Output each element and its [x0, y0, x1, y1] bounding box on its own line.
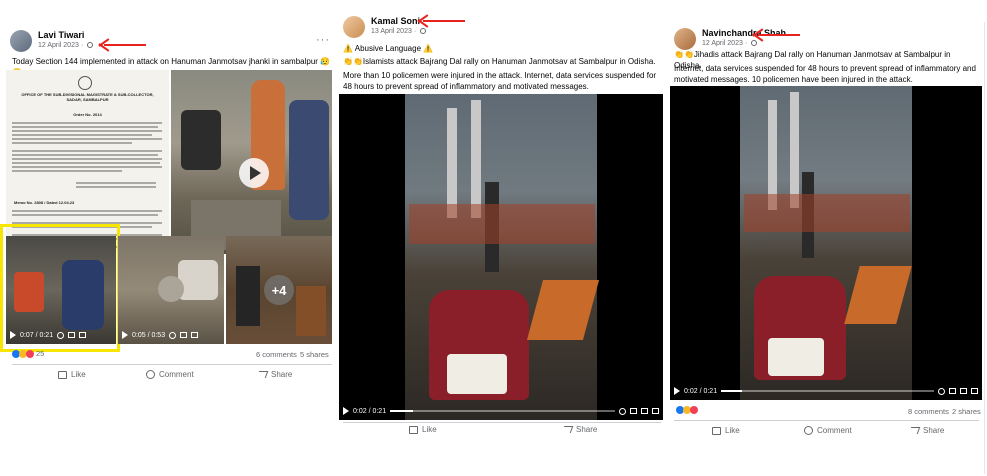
- more-count: +4: [264, 275, 294, 305]
- fullscreen-icon[interactable]: [949, 388, 956, 394]
- warning-line: ⚠️ Abusive Language ⚠️: [343, 44, 434, 53]
- reaction-summary[interactable]: [676, 406, 698, 414]
- settings-icon[interactable]: [938, 387, 945, 395]
- doc-memo: Memo No. 2808 / Dated 12.04.23: [14, 200, 75, 205]
- video-progress-bar[interactable]: [721, 390, 934, 392]
- play-icon[interactable]: [239, 158, 269, 188]
- comment-count[interactable]: 8 comments: [908, 407, 949, 416]
- doc-order-no: Order No. 2014: [73, 112, 102, 117]
- annotation-arrow: [752, 27, 800, 43]
- comment-count[interactable]: 6 comments: [256, 350, 297, 359]
- video-player[interactable]: 0:02 / 0:21: [670, 86, 982, 400]
- author-name[interactable]: Kamal Soni: [371, 16, 420, 26]
- more-media-overlay: +4: [226, 236, 332, 344]
- more-options-icon[interactable]: ···: [316, 34, 330, 46]
- video-player[interactable]: 0:02 / 0:21: [339, 94, 663, 420]
- globe-icon: [87, 42, 94, 49]
- share-icon: [256, 371, 269, 378]
- like-icon: [58, 370, 67, 379]
- settings-icon[interactable]: [619, 407, 626, 415]
- love-reaction-icon: [690, 406, 698, 414]
- volume-icon[interactable]: [652, 408, 659, 414]
- share-count[interactable]: 5 shares: [300, 350, 329, 359]
- fullscreen-icon[interactable]: [630, 408, 637, 414]
- video-time: 0:02 / 0:21: [684, 387, 718, 395]
- highlight-box: [0, 224, 120, 352]
- post-kamal-soni: Kamal Soni 13 April 2023 · ⚠️ Abusive La…: [339, 10, 665, 474]
- like-button[interactable]: Like: [712, 426, 740, 435]
- play-icon[interactable]: [343, 407, 349, 415]
- post-header: Kamal Soni 13 April 2023 ·: [341, 14, 667, 42]
- comment-icon: [804, 426, 813, 435]
- like-button[interactable]: Like: [58, 370, 86, 379]
- post-navinchandra-shah: Navinchandra Shah 12 April 2023 · 👏👏Jiha…: [670, 22, 985, 474]
- post-text-2: Internet, data services suspended for 48…: [674, 64, 976, 84]
- pip-icon[interactable]: [641, 408, 648, 414]
- doc-header: OFFICE OF THE SUB-DIVISIONAL MAGISTRATE …: [21, 92, 154, 102]
- video-controls: 0:02 / 0:21: [339, 402, 663, 420]
- pip-icon[interactable]: [960, 388, 967, 394]
- share-button[interactable]: Share: [561, 425, 597, 434]
- post-date[interactable]: 12 April 2023 ·: [702, 40, 758, 47]
- post-header: Lavi Tiwari 12 April 2023 · ···: [8, 28, 336, 56]
- video-thumbnail-street[interactable]: [171, 70, 332, 254]
- post-date[interactable]: 13 April 2023 ·: [371, 28, 427, 35]
- video-controls: 0:02 / 0:21: [670, 382, 982, 400]
- annotation-arrow: [417, 13, 465, 29]
- like-icon: [712, 426, 721, 435]
- fullscreen-icon[interactable]: [180, 332, 188, 338]
- volume-icon[interactable]: [191, 332, 199, 338]
- share-button[interactable]: Share: [908, 426, 944, 435]
- more-media-tile[interactable]: +4: [226, 236, 332, 344]
- annotation-arrow: [98, 37, 146, 53]
- love-reaction-icon: [26, 349, 34, 358]
- video-time: 0:05 / 0:53: [132, 331, 166, 339]
- post-text: 👏👏Islamists attack Bajrang Dal rally on …: [343, 57, 656, 66]
- like-icon: [409, 425, 418, 434]
- share-count[interactable]: 2 shares: [952, 407, 981, 416]
- seal-icon: [78, 76, 92, 90]
- volume-icon[interactable]: [971, 388, 978, 394]
- video-controls: 0:05 / 0:53: [118, 326, 224, 344]
- comment-icon: [146, 370, 155, 379]
- share-button[interactable]: Share: [256, 370, 292, 379]
- globe-icon: [420, 28, 427, 35]
- comment-button[interactable]: Comment: [804, 426, 852, 435]
- avatar[interactable]: [343, 16, 365, 38]
- video-time: 0:02 / 0:21: [353, 407, 387, 415]
- share-icon: [908, 427, 921, 434]
- avatar[interactable]: [674, 28, 696, 50]
- avatar[interactable]: [10, 30, 32, 52]
- like-button[interactable]: Like: [409, 425, 437, 434]
- play-icon[interactable]: [674, 387, 680, 395]
- reaction-summary[interactable]: 25: [12, 349, 44, 358]
- post-lavi-tiwari: Lavi Tiwari 12 April 2023 · ··· Today Se…: [0, 24, 336, 474]
- settings-icon[interactable]: [169, 331, 177, 339]
- video-player-2[interactable]: 0:05 / 0:53: [118, 236, 224, 344]
- post-text-2: More than 10 policemen were injured in t…: [343, 71, 657, 91]
- play-icon[interactable]: [122, 331, 128, 339]
- post-date[interactable]: 12 April 2023 ·: [38, 42, 94, 49]
- share-icon: [561, 426, 574, 433]
- comment-button[interactable]: Comment: [146, 370, 194, 379]
- reaction-count: 25: [36, 349, 45, 358]
- author-name[interactable]: Lavi Tiwari: [38, 30, 84, 40]
- video-progress-bar[interactable]: [390, 410, 615, 412]
